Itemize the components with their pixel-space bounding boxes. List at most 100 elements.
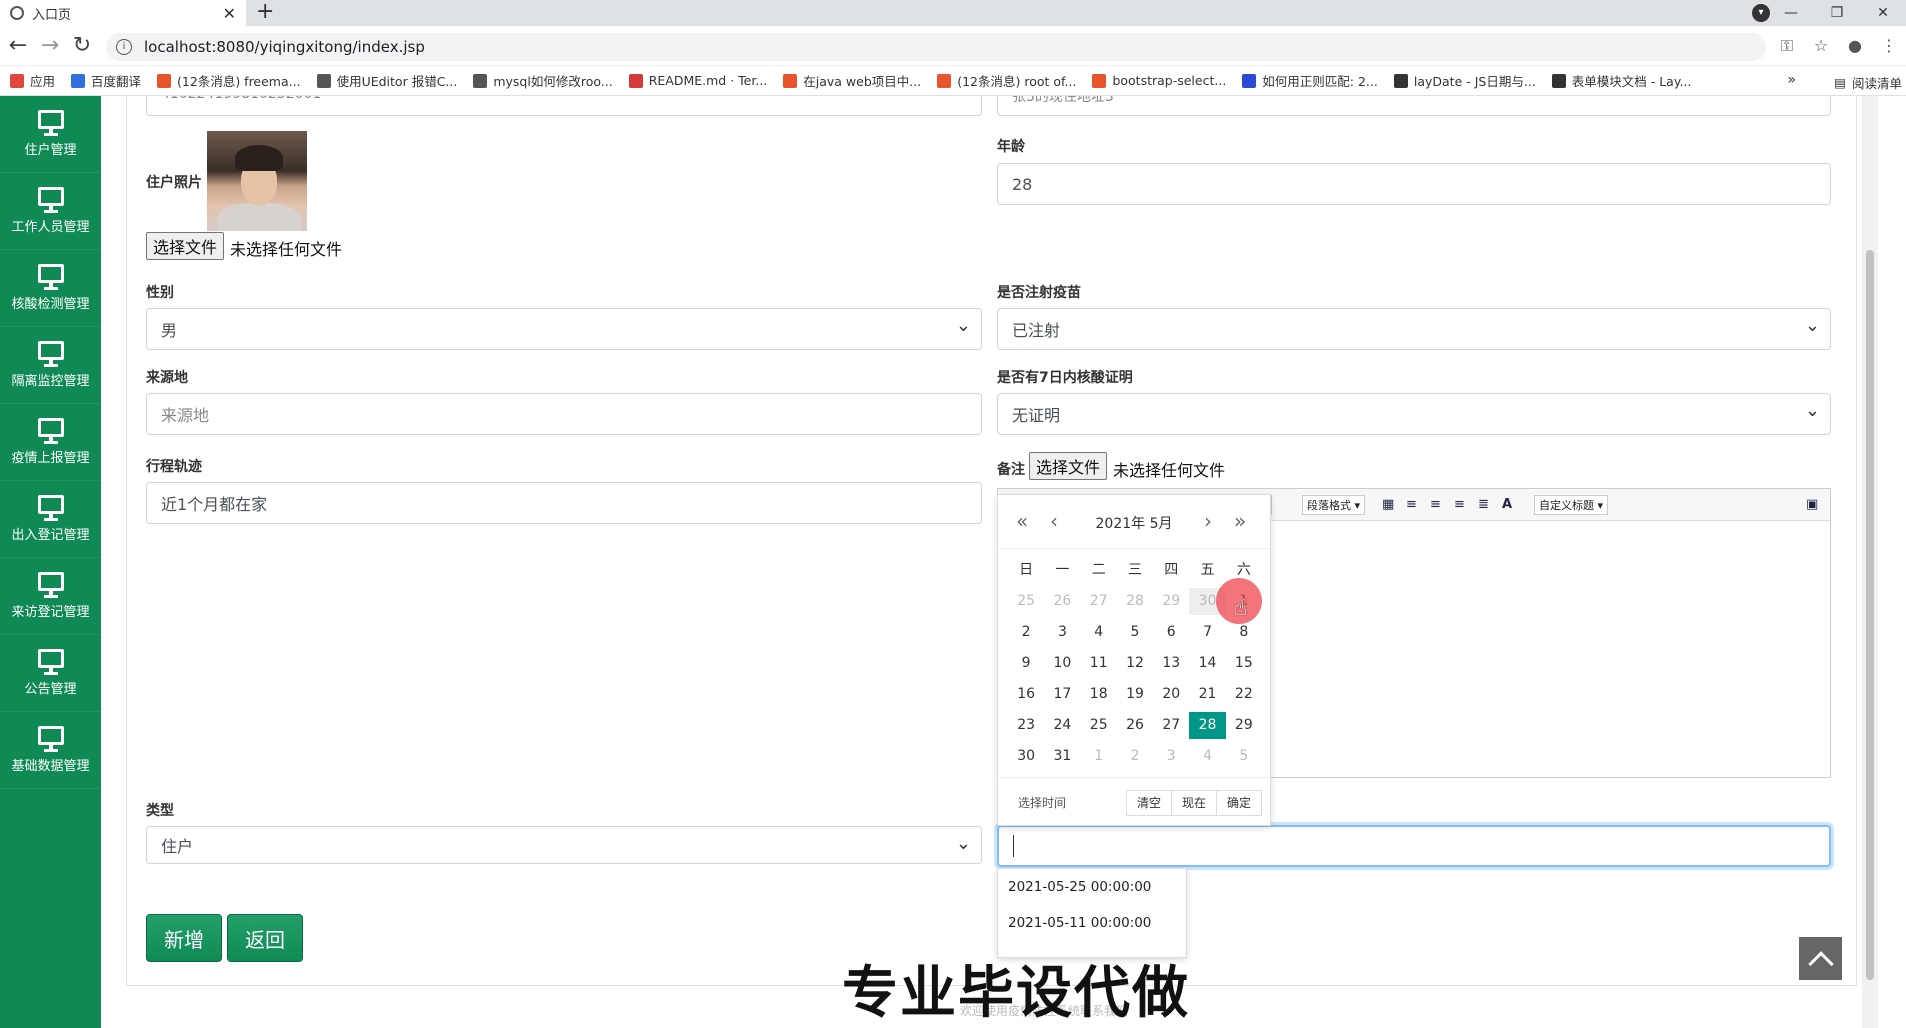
date-cell[interactable]: 15 bbox=[1226, 650, 1262, 677]
date-cell[interactable]: 28 bbox=[1189, 712, 1226, 739]
id-number-input[interactable]: 410224199810252001 bbox=[146, 96, 982, 116]
bookmark-item[interactable]: (12条消息) freema... bbox=[157, 71, 301, 90]
sidebar-item[interactable]: 公告管理 bbox=[0, 635, 101, 712]
close-tab-icon[interactable]: ✕ bbox=[223, 4, 236, 23]
date-cell[interactable]: 5 bbox=[1117, 619, 1153, 646]
next-month-icon[interactable]: › bbox=[1204, 509, 1212, 533]
date-cell[interactable]: 3 bbox=[1044, 619, 1080, 646]
date-cell[interactable]: 28 bbox=[1117, 588, 1153, 615]
date-cell[interactable]: 19 bbox=[1117, 681, 1153, 708]
nucleic-select[interactable]: 无证明 bbox=[997, 393, 1831, 435]
address-input[interactable]: 张3的现住地址3 bbox=[997, 96, 1831, 116]
autocomplete-item[interactable]: 2021-05-25 00:00:00 bbox=[998, 869, 1186, 905]
now-button[interactable]: 现在 bbox=[1170, 790, 1217, 816]
date-cell[interactable]: 30 bbox=[1008, 743, 1044, 770]
age-input[interactable]: 28 bbox=[997, 163, 1831, 205]
date-cell[interactable]: 20 bbox=[1153, 681, 1189, 708]
bookmark-item[interactable]: layDate - JS日期与... bbox=[1393, 71, 1536, 90]
bookmark-item[interactable]: 百度翻译 bbox=[71, 71, 141, 90]
reading-list-button[interactable]: ▤ 阅读清单 bbox=[1834, 73, 1902, 92]
reload-icon[interactable]: ↻ bbox=[70, 34, 94, 58]
date-cell[interactable]: 31 bbox=[1044, 743, 1080, 770]
paragraph-format-dropdown[interactable]: 段落格式 ▾ bbox=[1302, 495, 1366, 515]
custom-title-dropdown[interactable]: 自定义标题 ▾ bbox=[1534, 495, 1609, 515]
date-cell[interactable]: 18 bbox=[1081, 681, 1117, 708]
bookmark-item[interactable]: README.md · Ter... bbox=[628, 73, 767, 88]
align-justify-icon[interactable]: ≣ bbox=[1478, 497, 1489, 512]
date-cell[interactable]: 26 bbox=[1117, 712, 1153, 739]
url-field[interactable]: i localhost:8080/yiqingxitong/index.jsp bbox=[106, 33, 1766, 61]
info-icon[interactable]: i bbox=[116, 39, 132, 55]
date-cell[interactable]: 7 bbox=[1189, 619, 1225, 646]
autocomplete-item[interactable]: 2021-05-11 00:00:00 bbox=[998, 905, 1186, 941]
date-cell[interactable]: 4 bbox=[1081, 619, 1117, 646]
remark-choose-file-button[interactable]: 选择文件 bbox=[1029, 452, 1108, 480]
bookmarks-more-icon[interactable]: » bbox=[1787, 72, 1796, 88]
table-icon[interactable]: ▦ bbox=[1382, 497, 1394, 512]
date-cell[interactable]: 6 bbox=[1153, 619, 1189, 646]
date-cell[interactable]: 3 bbox=[1153, 743, 1189, 770]
sidebar-item[interactable]: 隔离监控管理 bbox=[0, 327, 101, 404]
date-cell[interactable]: 27 bbox=[1153, 712, 1189, 739]
date-cell[interactable]: 23 bbox=[1008, 712, 1044, 739]
align-left-icon[interactable]: ≡ bbox=[1406, 497, 1417, 512]
sidebar-item[interactable]: 基础数据管理 bbox=[0, 712, 101, 789]
next-year-icon[interactable]: » bbox=[1234, 509, 1246, 533]
clear-button[interactable]: 清空 bbox=[1125, 790, 1172, 816]
bookmark-item[interactable]: 在java web项目中... bbox=[783, 71, 921, 90]
back-arrow-icon[interactable]: ← bbox=[6, 34, 30, 58]
date-cell[interactable]: 24 bbox=[1044, 712, 1080, 739]
key-icon[interactable]: ⚿ bbox=[1770, 34, 1804, 58]
add-button[interactable]: 新增 bbox=[146, 914, 222, 962]
type-select[interactable]: 住户 bbox=[146, 826, 982, 864]
date-cell[interactable]: 2 bbox=[1117, 743, 1153, 770]
date-cell[interactable]: 11 bbox=[1081, 650, 1117, 677]
menu-dots-icon[interactable]: ⋮ bbox=[1872, 34, 1906, 58]
align-right-icon[interactable]: ≡ bbox=[1454, 497, 1465, 512]
date-cell[interactable]: 29 bbox=[1226, 712, 1262, 739]
date-cell[interactable]: 29 bbox=[1153, 588, 1189, 615]
bookmark-item[interactable]: 使用UEditor 报错C... bbox=[316, 71, 457, 90]
date-cell[interactable]: 4 bbox=[1189, 743, 1225, 770]
fullscreen-icon[interactable]: ▣ bbox=[1806, 497, 1818, 512]
bookmark-item[interactable]: (12条消息) root of... bbox=[937, 71, 1076, 90]
profile-icon[interactable]: ● bbox=[1838, 34, 1872, 58]
trip-input[interactable]: 近1个月都在家 bbox=[146, 482, 982, 524]
browser-tab[interactable]: 入口页 ✕ bbox=[0, 0, 246, 26]
minimize-icon[interactable]: — bbox=[1768, 5, 1814, 21]
bookmark-item[interactable]: bootstrap-select... bbox=[1092, 73, 1226, 88]
bookmark-item[interactable]: 表单模块文档 - Lay... bbox=[1551, 71, 1691, 90]
date-cell[interactable]: 13 bbox=[1153, 650, 1189, 677]
date-cell[interactable]: 17 bbox=[1044, 681, 1080, 708]
new-tab-button[interactable]: + bbox=[256, 0, 274, 26]
gender-select[interactable]: 男 bbox=[146, 308, 982, 350]
sidebar-item[interactable]: 住户管理 bbox=[0, 96, 101, 173]
close-window-icon[interactable]: ✕ bbox=[1860, 5, 1906, 21]
bookmark-item[interactable]: 如何用正则匹配: 2... bbox=[1242, 71, 1378, 90]
sidebar-item[interactable]: 来访登记管理 bbox=[0, 558, 101, 635]
star-icon[interactable]: ☆ bbox=[1804, 34, 1838, 58]
sidebar-item[interactable]: 疫情上报管理 bbox=[0, 404, 101, 481]
scrollbar-thumb[interactable] bbox=[1866, 250, 1874, 980]
date-cell[interactable]: 9 bbox=[1008, 650, 1044, 677]
vaccine-select[interactable]: 已注射 bbox=[997, 308, 1831, 350]
date-cell[interactable]: 21 bbox=[1189, 681, 1225, 708]
date-cell[interactable]: 2 bbox=[1008, 619, 1044, 646]
photo-choose-file-button[interactable]: 选择文件 bbox=[146, 232, 225, 260]
font-color-icon[interactable]: A bbox=[1502, 497, 1512, 512]
date-picker-title[interactable]: 2021年 5月 bbox=[998, 513, 1270, 533]
align-center-icon[interactable]: ≡ bbox=[1430, 497, 1441, 512]
date-cell[interactable]: 25 bbox=[1008, 588, 1044, 615]
restore-icon[interactable]: ❐ bbox=[1814, 5, 1860, 21]
date-cell[interactable]: 26 bbox=[1044, 588, 1080, 615]
date-cell[interactable]: 25 bbox=[1081, 712, 1117, 739]
forward-arrow-icon[interactable]: → bbox=[38, 34, 62, 58]
sidebar-item[interactable]: 工作人员管理 bbox=[0, 173, 101, 250]
date-cell[interactable]: 22 bbox=[1226, 681, 1262, 708]
date-cell[interactable]: 12 bbox=[1117, 650, 1153, 677]
sidebar-item[interactable]: 出入登记管理 bbox=[0, 481, 101, 558]
date-cell[interactable]: 27 bbox=[1081, 588, 1117, 615]
bookmark-item[interactable]: 应用 bbox=[10, 71, 55, 90]
select-time-link[interactable]: 选择时间 bbox=[1018, 794, 1066, 811]
date-input[interactable] bbox=[997, 825, 1831, 867]
